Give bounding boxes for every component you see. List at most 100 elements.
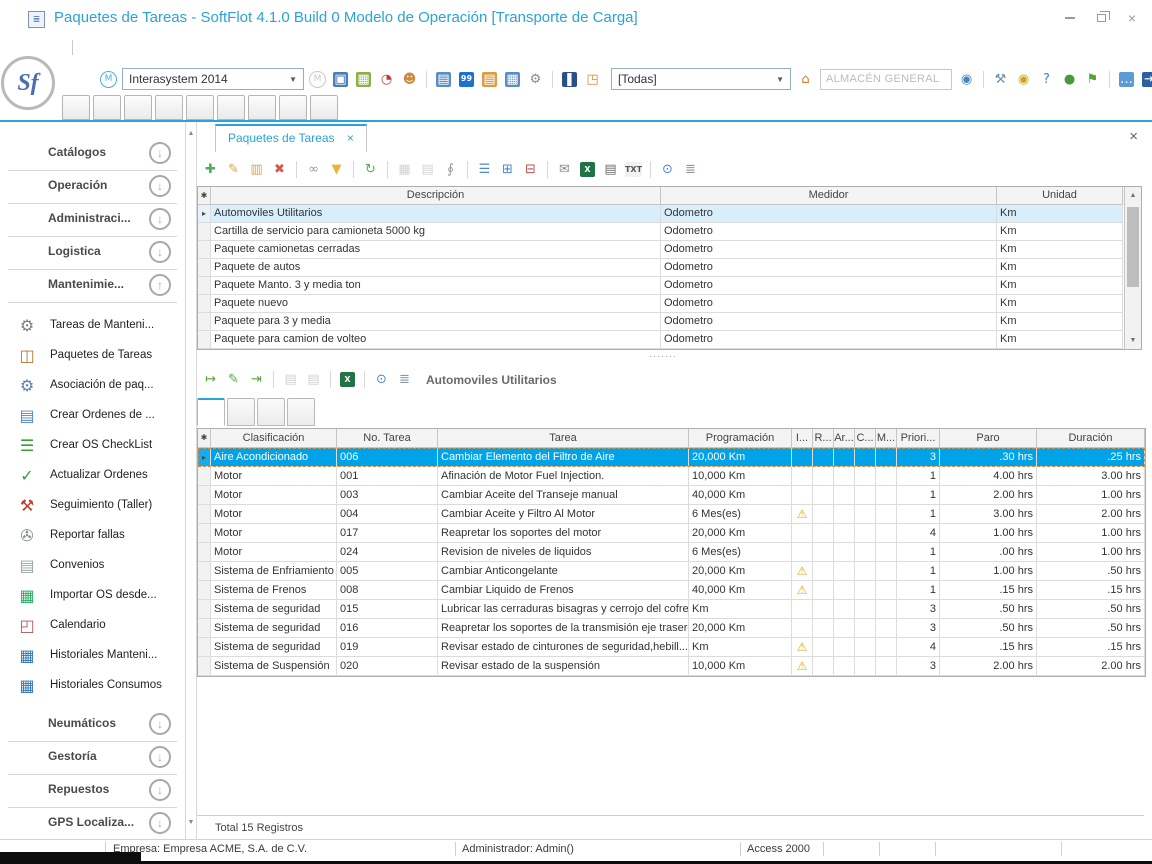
toolbar-button[interactable]: ⚒ [991,70,1010,89]
column-header-no-tarea[interactable]: No. Tarea [337,429,438,448]
circle-arrow-icon[interactable]: ↓ [149,746,171,768]
ribbon-tab[interactable] [155,95,183,120]
table-row[interactable]: ▸ Motor 003 Cambiar Aceite del Transeje … [198,486,1145,505]
scroll-down-icon[interactable]: ▼ [1125,337,1141,344]
scrollbar-thumb[interactable] [1127,207,1139,287]
column-header-i[interactable]: I... [792,429,813,448]
sidebar-item[interactable]: ▤ Crear Ordenes de ... [0,401,185,431]
ribbon-tab[interactable] [186,95,214,120]
toolbar-button[interactable]: ⚑ [1083,70,1102,89]
ribbon-tab[interactable] [93,95,121,120]
table-row[interactable]: ▸ Sistema de seguridad 015 Lubricar las … [198,600,1145,619]
circle-arrow-icon[interactable]: ↓ [149,812,171,834]
toolbar-button[interactable]: ↦ [201,370,220,389]
tab-paquetes-de-tareas[interactable]: Paquetes de Tareas × [215,124,367,152]
panel-close-icon[interactable]: × [1129,128,1138,145]
detail-tab[interactable] [197,398,225,426]
toolbar-button[interactable]: ▦ [354,70,373,89]
minimize-button[interactable] [1065,10,1075,26]
toolbar-button[interactable]: ≣ [395,370,414,389]
toolbar-button[interactable] [426,71,427,88]
sidebar-item[interactable]: ✓ Actualizar Ordenes [0,461,185,491]
toolbar-button[interactable] [983,71,984,88]
toolbar-button[interactable]: ❚ [560,70,579,89]
sidebar-item[interactable]: ✇ Reportar fallas [0,521,185,551]
detail-tab[interactable] [287,398,315,426]
toolbar-button[interactable]: ▼ [327,160,346,179]
toolbar-button[interactable]: ▤ [434,70,453,89]
sidebar-item[interactable]: ▦ Importar OS desde... [0,581,185,611]
toolbar-button[interactable]: ✖ [270,160,289,179]
sidebar-group[interactable]: Mantenimie... ↑ [8,270,177,303]
table-row[interactable]: ▸ Motor 024 Revision de niveles de liqui… [198,543,1145,562]
table-row[interactable]: ▸ Motor 017 Reapretar los soportes del m… [198,524,1145,543]
scroll-down-icon[interactable]: ▼ [186,819,196,826]
sidebar-item[interactable]: ◫ Paquetes de Tareas [0,341,185,371]
table-row[interactable]: ▸ Sistema de Enfriamiento 005 Cambiar An… [198,562,1145,581]
tab-close-icon[interactable]: × [347,131,354,145]
toolbar-button[interactable] [467,161,468,178]
toolbar-button[interactable] [552,71,553,88]
toolbar-button[interactable]: ✚ [201,160,220,179]
toolbar-button[interactable] [364,371,365,388]
table-row[interactable]: ▸ Paquete para 3 y media Odometro Km [198,313,1141,331]
toolbar-button[interactable]: ◳ [583,70,602,89]
detail-tab[interactable] [257,398,285,426]
ribbon-tab[interactable] [310,95,338,120]
ribbon-tab[interactable] [248,95,276,120]
sidebar-group[interactable]: Repuestos ↓ [8,775,177,808]
toolbar-button[interactable]: ▤ [418,160,437,179]
circle-arrow-icon[interactable]: ↓ [149,779,171,801]
toolbar-button[interactable]: ⊙ [658,160,677,179]
filter-combobox[interactable]: [Todas] ▼ [611,68,791,90]
toolbar-button[interactable]: ● [1060,70,1079,89]
column-header-duracion[interactable]: Duración [1037,429,1145,448]
column-header-paro[interactable]: Paro [940,429,1037,448]
toolbar-button[interactable]: ▦ [503,70,522,89]
column-header-m[interactable]: M... [876,429,897,448]
column-header-ar[interactable]: Ar... [834,429,855,448]
ribbon-tab[interactable] [124,95,152,120]
table-row[interactable]: ▸ Sistema de Suspensión 020 Revisar esta… [198,657,1145,676]
toolbar-button[interactable]: X [338,370,357,389]
sidebar-item[interactable]: ▦ Historiales Consumos [0,671,185,701]
toolbar-button[interactable]: ⚙ [526,70,545,89]
toolbar-button[interactable]: ▦ [395,160,414,179]
table-row[interactable]: ▸ Paquete de autos Odometro Km [198,259,1141,277]
table-row[interactable]: ▸ Paquete nuevo Odometro Km [198,295,1141,313]
table-row[interactable]: ▸ Sistema de seguridad 016 Reapretar los… [198,619,1145,638]
sidebar-group[interactable]: Logistica ↓ [8,237,177,270]
vertical-scrollbar[interactable]: ▲ ▼ [1124,187,1141,349]
circle-arrow-icon[interactable]: ↓ [149,241,171,263]
toolbar-button[interactable] [547,161,548,178]
sidebar-splitter[interactable]: ▲ ▼ [185,122,197,840]
table-row[interactable]: ▸ Paquete Manto. 3 y media ton Odometro … [198,277,1141,295]
sidebar-item[interactable]: ⚒ Seguimiento (Taller) [0,491,185,521]
sidebar-item[interactable]: ⚙ Asociación de paq... [0,371,185,401]
sidebar-group[interactable]: Gestoría ↓ [8,742,177,775]
toolbar-button[interactable] [273,371,274,388]
toolbar-button[interactable]: ✎ [224,160,243,179]
toolbar-button[interactable] [330,371,331,388]
sidebar-group[interactable]: GPS Localiza... ↓ [8,808,177,840]
company-combobox[interactable]: Interasystem 2014 ▼ [122,68,304,90]
circle-arrow-icon[interactable]: ↑ [149,274,171,296]
column-header-tarea[interactable]: Tarea [438,429,689,448]
m-circle-icon[interactable]: M [100,71,117,88]
sidebar-item[interactable]: ▤ Convenios [0,551,185,581]
toolbar-button[interactable]: ◉ [1014,70,1033,89]
toolbar-button[interactable]: ⌂ [796,70,815,89]
column-header-medidor[interactable]: Medidor [661,187,997,205]
toolbar-button[interactable]: ⊞ [498,160,517,179]
toolbar-button[interactable] [1109,71,1110,88]
table-row[interactable]: ▸ Aire Acondicionado 006 Cambiar Element… [198,448,1145,467]
toolbar-button[interactable]: ⇥ [1140,70,1152,89]
circle-arrow-icon[interactable]: ↓ [149,713,171,735]
toolbar-button[interactable]: ⇥ [247,370,266,389]
table-row[interactable]: ▸ Automoviles Utilitarios Odometro Km [198,205,1141,223]
sidebar-item[interactable]: ▦ Historiales Manteni... [0,641,185,671]
sidebar-group[interactable]: Operación ↓ [8,171,177,204]
toolbar-button[interactable]: ? [1037,70,1056,89]
table-row[interactable]: ▸ Paquete camionetas cerradas Odometro K… [198,241,1141,259]
column-header-descripcion[interactable]: Descripción [211,187,661,205]
